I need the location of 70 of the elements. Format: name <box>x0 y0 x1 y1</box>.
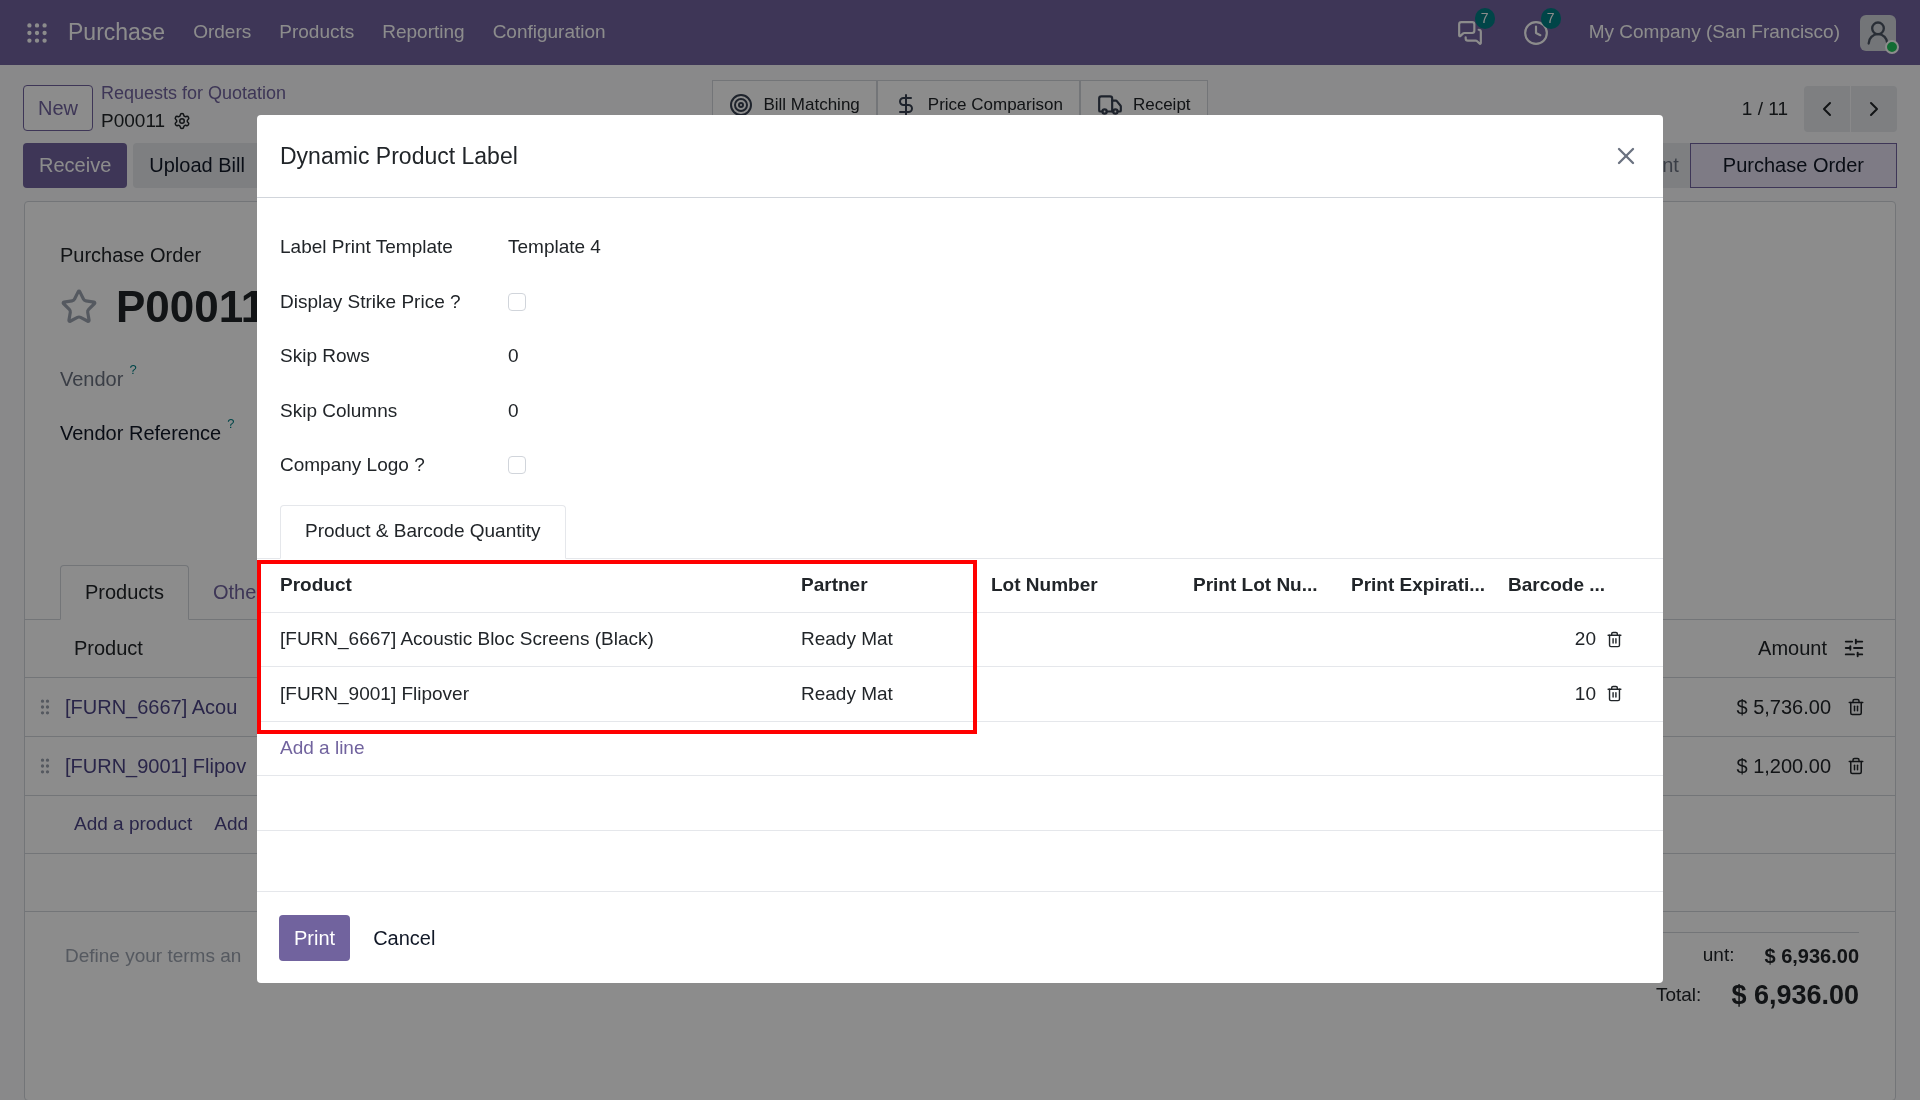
field-value[interactable]: 0 <box>508 342 519 371</box>
menu-item[interactable]: Configuration <box>492 18 606 47</box>
total-value: $ 6,936.00 <box>1731 978 1859 1012</box>
field-label: Display Strike Price ? <box>280 289 462 314</box>
dialog-tab[interactable]: Product & Barcode Quantity <box>280 504 566 559</box>
record-title: P00011 <box>116 280 266 333</box>
app-name[interactable]: Purchase <box>68 15 166 50</box>
new-button[interactable]: New <box>23 84 93 131</box>
field-label: Label Print Template <box>280 235 454 259</box>
activity-count-badge: 7 <box>1540 7 1561 29</box>
messages-icon[interactable] <box>1456 19 1483 46</box>
status-step[interactable]: Purchase Order <box>1689 142 1897 188</box>
product-cell-text: [FURN_9001] Flipover <box>280 681 471 707</box>
company-name[interactable]: My Company (San Francisco) <box>1588 18 1840 47</box>
breadcrumb-link[interactable]: Requests for Quotation <box>101 80 287 107</box>
user-avatar[interactable] <box>1860 14 1896 51</box>
delete-icon[interactable] <box>1606 630 1623 648</box>
column-header[interactable]: Print Expirati... <box>1351 570 1508 600</box>
field-value[interactable]: 0 <box>508 396 519 425</box>
settings-icon[interactable] <box>173 112 192 131</box>
add-link[interactable]: Add <box>214 809 249 839</box>
truck-icon <box>1096 92 1123 118</box>
amount-cell-text: $ 5,736.00 <box>1736 694 1831 720</box>
menu-item[interactable]: Reporting <box>382 18 465 47</box>
action-button[interactable]: Receive <box>23 142 128 188</box>
dialog-title: Dynamic Product Label <box>280 141 518 171</box>
column-settings-icon[interactable] <box>1843 637 1865 659</box>
amount-cell-text: $ 1,200.00 <box>1736 753 1831 779</box>
total-label: unt: <box>1702 943 1735 968</box>
partner-cell-text: Ready Mat <box>801 681 894 706</box>
add-link[interactable]: Add a product <box>74 809 193 839</box>
column-header[interactable]: Partner <box>801 570 991 600</box>
partner-cell-text: Ready Mat <box>801 627 894 651</box>
help-tooltip-mark[interactable]: ? <box>129 359 137 379</box>
clock-icon[interactable] <box>1522 19 1549 46</box>
favorite-star-icon[interactable] <box>60 287 98 326</box>
total-value: $ 6,936.00 <box>1764 943 1859 969</box>
checkbox[interactable] <box>508 292 526 311</box>
field-label: Vendor <box>60 366 124 392</box>
column-header[interactable]: Barcode ... <box>1508 570 1606 600</box>
column-header[interactable]: Print Lot Nu... <box>1193 570 1351 600</box>
add-line-link[interactable]: Add a line <box>280 734 365 763</box>
delete-icon[interactable] <box>1606 685 1623 703</box>
checkbox[interactable] <box>508 456 526 475</box>
product-cell-text: [FURN_6667] Acoustic Bloc Screens (Black) <box>280 627 655 652</box>
form-title-label: Purchase Order <box>60 242 202 268</box>
dialog-button[interactable]: Cancel <box>358 914 451 961</box>
field-label: Vendor Reference <box>60 420 222 446</box>
menu-item[interactable]: Products <box>279 18 355 47</box>
record-name: P00011 <box>101 109 166 133</box>
total-label: Total: <box>1655 982 1702 1007</box>
product-cell-text: [FURN_9001] Flipov <box>65 753 247 780</box>
help-tooltip-mark[interactable]: ? <box>227 413 235 433</box>
field-label: Skip Columns <box>280 398 399 423</box>
field-value[interactable]: Template 4 <box>508 233 601 262</box>
field-label: Skip Rows <box>280 344 371 368</box>
message-count-badge: 7 <box>1474 7 1495 29</box>
barcode-quantity-cell-text: 20 <box>1573 627 1596 651</box>
dialog-button[interactable]: Print <box>279 914 351 961</box>
menu-item[interactable]: Orders <box>193 18 252 47</box>
product-cell-text: [FURN_6667] Acou <box>65 694 238 721</box>
pager-value: 1 / 11 <box>1741 96 1788 121</box>
barcode-quantity-cell-text: 10 <box>1573 681 1596 706</box>
form-tab[interactable]: Products <box>60 564 189 620</box>
column-header[interactable]: Lot Number <box>991 570 1193 600</box>
field-label: Company Logo ? <box>280 453 426 477</box>
column-header[interactable]: Product <box>280 570 801 600</box>
target-icon <box>729 93 754 117</box>
column-header: Amount <box>1758 636 1827 661</box>
column-header: Product <box>74 636 143 661</box>
